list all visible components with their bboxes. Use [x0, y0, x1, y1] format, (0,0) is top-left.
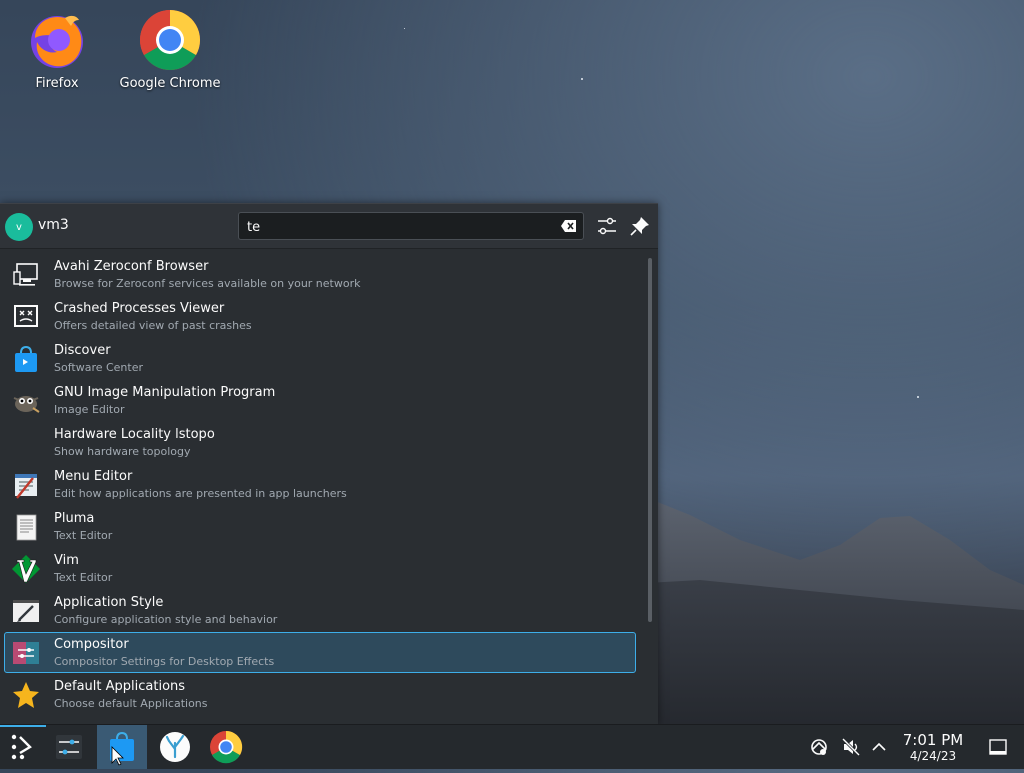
application-launcher-button[interactable]: [0, 725, 46, 769]
launcher-header: v vm3: [0, 204, 658, 249]
result-compositor[interactable]: Compositor Compositor Settings for Deskt…: [4, 632, 636, 673]
crash-icon: [14, 305, 38, 327]
result-title: Avahi Zeroconf Browser: [54, 259, 209, 274]
search-box[interactable]: [238, 212, 584, 240]
network-icon[interactable]: [809, 737, 829, 757]
result-title: Crashed Processes Viewer: [54, 301, 225, 316]
user-avatar[interactable]: v: [5, 213, 33, 241]
search-results-list: Avahi Zeroconf Browser Browse for Zeroco…: [0, 250, 658, 725]
result-menu-editor[interactable]: Menu Editor Edit how applications are pr…: [4, 464, 636, 505]
firefox-icon: [25, 8, 89, 72]
vim-icon: [12, 555, 40, 583]
result-subtitle: Offers detailed view of past crashes: [54, 319, 252, 332]
result-subtitle: Compositor Settings for Desktop Effects: [54, 655, 275, 668]
result-application-style[interactable]: Application Style Configure application …: [4, 590, 636, 631]
compositor-icon: [13, 642, 39, 664]
desktop-icon-label: Firefox: [35, 76, 79, 91]
result-subtitle: Text Editor: [54, 571, 113, 584]
taskbar: 7:01 PM 4/24/23: [0, 724, 1024, 769]
result-title: Compositor: [54, 637, 129, 652]
result-title: Menu Editor: [54, 469, 133, 484]
pin-icon[interactable]: [629, 215, 651, 237]
result-subtitle: Software Center: [54, 361, 144, 374]
result-pluma[interactable]: Pluma Text Editor: [4, 506, 636, 547]
taskbar-discover[interactable]: [97, 725, 147, 769]
result-title: GNU Image Manipulation Program: [54, 385, 276, 400]
coral-app-icon: [160, 732, 190, 762]
result-default-applications[interactable]: Default Applications Choose default Appl…: [4, 674, 636, 715]
result-title: Vim: [54, 553, 79, 568]
star: [404, 28, 405, 29]
chevron-up-icon[interactable]: [869, 737, 889, 757]
clear-search-icon[interactable]: [561, 219, 577, 233]
result-hwloc-lstopo[interactable]: Hardware Locality lstopo Show hardware t…: [4, 422, 636, 463]
result-vim[interactable]: Vim Text Editor: [4, 548, 636, 589]
discover-bag-icon: [110, 731, 134, 766]
results-scrollbar[interactable]: [646, 258, 654, 714]
menu-editor-icon: [15, 474, 37, 499]
taskbar-app-coral[interactable]: [152, 725, 198, 769]
configure-icon[interactable]: [596, 215, 618, 237]
result-discover[interactable]: Discover Software Center: [4, 338, 636, 379]
scrollbar-thumb[interactable]: [648, 258, 652, 622]
chrome-icon: [138, 8, 202, 72]
result-subtitle: Browse for Zeroconf services available o…: [54, 277, 361, 290]
result-title: Pluma: [54, 511, 95, 526]
result-crashed-processes[interactable]: Crashed Processes Viewer Offers detailed…: [4, 296, 636, 337]
result-subtitle: Show hardware topology: [54, 445, 191, 458]
clock-time[interactable]: 7:01 PM: [896, 731, 970, 749]
kde-launcher-icon: [11, 734, 32, 760]
result-title: Discover: [54, 343, 111, 358]
monitor-network-icon: [13, 263, 38, 286]
user-name: vm3: [38, 217, 69, 233]
desktop-icon-label: Google Chrome: [119, 76, 221, 91]
result-avahi[interactable]: Avahi Zeroconf Browser Browse for Zeroco…: [4, 254, 636, 295]
star: [581, 78, 583, 80]
result-title: Hardware Locality lstopo: [54, 427, 215, 442]
result-title: Default Applications: [54, 679, 186, 694]
taskbar-system-settings[interactable]: [46, 725, 92, 769]
settings-sliders-icon: [56, 735, 82, 759]
search-input[interactable]: [245, 216, 549, 238]
volume-muted-icon[interactable]: [841, 737, 861, 757]
taskbar-google-chrome[interactable]: [203, 725, 249, 769]
clock-date[interactable]: 4/24/23: [896, 749, 970, 763]
brush-icon: [13, 600, 39, 622]
text-document-icon: [16, 514, 37, 541]
gimp-icon: [13, 396, 40, 413]
blank-icon: [11, 428, 41, 458]
result-subtitle: Edit how applications are presented in a…: [54, 487, 347, 500]
result-gimp[interactable]: GNU Image Manipulation Program Image Edi…: [4, 380, 636, 421]
discover-bag-icon: [15, 345, 37, 372]
show-desktop-icon[interactable]: [988, 737, 1008, 757]
chrome-icon: [210, 730, 243, 764]
application-launcher: v vm3 Avahi Zeroconf Bro: [0, 203, 658, 725]
star-icon: [13, 682, 39, 708]
result-subtitle: Choose default Applications: [54, 697, 208, 710]
desktop-icon-firefox[interactable]: Firefox: [2, 8, 112, 91]
desktop-icon-chrome[interactable]: Google Chrome: [115, 8, 225, 91]
result-subtitle: Image Editor: [54, 403, 125, 416]
star: [917, 396, 919, 398]
result-title: Application Style: [54, 595, 164, 610]
result-subtitle: Configure application style and behavior: [54, 613, 278, 626]
result-subtitle: Text Editor: [54, 529, 113, 542]
